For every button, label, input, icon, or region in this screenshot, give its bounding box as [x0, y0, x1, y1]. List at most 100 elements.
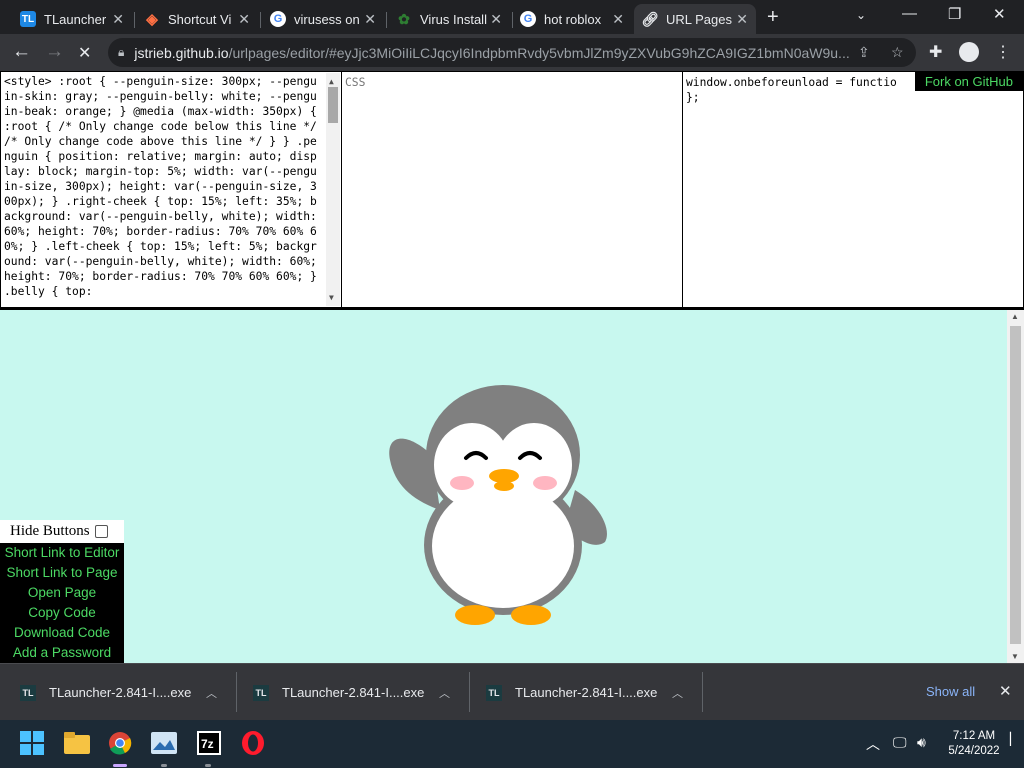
scroll-down-icon[interactable]: ▼	[1011, 652, 1019, 661]
link-icon: 🔗︎	[641, 10, 659, 27]
download-filename: TLauncher-2.841-I....exe	[49, 685, 192, 700]
url-text: jstrieb.github.io/urlpages/editor/#eyJjc…	[134, 44, 850, 61]
download-filename: TLauncher-2.841-I....exe	[282, 685, 425, 700]
profile-avatar[interactable]	[959, 42, 979, 62]
close-icon[interactable]: ✕	[736, 11, 748, 28]
html-editor-scrollbar[interactable]: ▲ ▼	[326, 73, 340, 306]
tab-title: virusess on	[294, 11, 360, 27]
js-editor[interactable]: window.onbeforeunload = functio }; Fork …	[682, 71, 1024, 308]
svg-text:7z: 7z	[201, 737, 214, 751]
tlauncher-icon: TL	[20, 11, 36, 27]
restore-icon[interactable]: ❐	[948, 5, 961, 23]
back-icon[interactable]: ←	[12, 41, 31, 63]
clock-time: 7:12 AM	[952, 730, 996, 742]
html-editor[interactable]: <style> :root { --penguin-size: 300px; -…	[0, 71, 342, 308]
opera-icon[interactable]	[240, 730, 266, 756]
hide-buttons-toggle[interactable]: Hide Buttons	[0, 520, 124, 543]
download-item[interactable]: TL TLauncher-2.841-I....exe ︿	[486, 664, 696, 721]
download-item[interactable]: TL TLauncher-2.841-I....exe ︿	[20, 664, 230, 721]
7zip-icon[interactable]: 7z	[196, 730, 222, 756]
taskbar-clock[interactable]: 7:12 AM 5/24/2022	[944, 729, 1004, 759]
chevron-up-icon[interactable]: ︿	[439, 685, 450, 701]
close-icon[interactable]: ✕	[490, 11, 502, 28]
scroll-up-icon[interactable]: ▲	[1011, 312, 1019, 321]
new-tab-button[interactable]: +	[767, 6, 779, 29]
scroll-down-icon[interactable]: ▼	[329, 290, 334, 305]
tab-url-pages[interactable]: 🔗︎ URL Pages ✕	[634, 4, 756, 34]
tab-title: TLauncher	[44, 11, 107, 27]
minimize-icon[interactable]: —	[902, 5, 917, 22]
fork-on-github-link[interactable]: Fork on GitHub	[914, 72, 1023, 91]
tab-virus-install[interactable]: ✿ Virus Install ✕	[388, 4, 510, 34]
tab-virusess[interactable]: G virusess on ✕	[262, 4, 384, 34]
chevron-up-icon[interactable]: ︿	[672, 685, 683, 701]
short-link-editor-button[interactable]: Short Link to Editor	[0, 543, 124, 563]
tab-title: URL Pages	[666, 11, 732, 27]
preview-scrollbar[interactable]: ▲ ▼	[1007, 310, 1024, 663]
close-window-icon[interactable]: ✕	[993, 5, 1006, 23]
beak-bottom	[494, 481, 514, 491]
download-item[interactable]: TL TLauncher-2.841-I....exe ︿	[253, 664, 463, 721]
photos-icon[interactable]	[151, 730, 177, 756]
download-shelf: TL TLauncher-2.841-I....exe ︿ TL TLaunch…	[0, 663, 1024, 720]
close-icon[interactable]: ✕	[112, 11, 124, 28]
hide-buttons-checkbox[interactable]	[94, 525, 108, 538]
google-icon: G	[270, 11, 286, 27]
tab-title: Virus Install	[420, 11, 487, 27]
right-foot	[511, 605, 551, 625]
share-icon[interactable]: ⇪	[858, 44, 870, 61]
show-all-downloads-link[interactable]: Show all	[926, 684, 975, 699]
extensions-icon[interactable]: ✚	[929, 42, 942, 62]
close-icon[interactable]: ✕	[999, 682, 1012, 700]
html-code-text: <style> :root { --penguin-size: 300px; -…	[4, 75, 317, 298]
close-icon[interactable]: ✕	[238, 11, 250, 28]
close-icon[interactable]: ✕	[364, 11, 376, 28]
download-filename: TLauncher-2.841-I....exe	[515, 685, 658, 700]
page-content: <style> :root { --penguin-size: 300px; -…	[0, 71, 1024, 663]
chrome-icon[interactable]	[107, 730, 133, 756]
side-button-panel: Hide Buttons Short Link to Editor Short …	[0, 520, 124, 663]
tab-search-icon[interactable]: ⌄	[856, 8, 866, 22]
windows-start-icon[interactable]	[19, 730, 45, 756]
menu-icon[interactable]: ⋮	[995, 42, 1011, 62]
network-icon[interactable]: 🖵︎	[893, 734, 907, 751]
copy-code-button[interactable]: Copy Code	[0, 603, 124, 623]
close-icon[interactable]: ✕	[612, 11, 624, 28]
tab-hot-roblox[interactable]: G hot roblox ✕	[512, 4, 632, 34]
tab-tlauncher[interactable]: TL TLauncher ✕	[12, 4, 132, 34]
open-page-button[interactable]: Open Page	[0, 583, 124, 603]
bookmark-star-icon[interactable]: ☆	[891, 44, 904, 61]
file-explorer-icon[interactable]	[64, 730, 90, 756]
right-blush	[533, 476, 557, 490]
stop-loading-icon[interactable]: ✕	[78, 43, 91, 63]
js-code-line: };	[686, 91, 700, 104]
google-icon: G	[520, 11, 536, 27]
css-editor[interactable]: CSS	[341, 71, 683, 308]
notification-icon[interactable]: ▏	[1010, 732, 1019, 746]
tab-title: hot roblox	[544, 11, 602, 27]
beak-top	[489, 469, 519, 483]
tab-shortcut[interactable]: ◈ Shortcut Vi ✕	[136, 4, 258, 34]
volume-icon[interactable]: 🔊︎	[917, 734, 926, 751]
tlauncher-file-icon: TL	[486, 684, 502, 701]
left-foot	[455, 605, 495, 625]
download-code-button[interactable]: Download Code	[0, 623, 124, 643]
forward-icon[interactable]: →	[45, 41, 64, 63]
preview-frame: ▲ ▼	[0, 308, 1024, 663]
tlauncher-file-icon: TL	[20, 684, 36, 701]
penguin-belly	[432, 484, 574, 608]
add-password-button[interactable]: Add a Password	[0, 643, 124, 663]
css-placeholder: CSS	[345, 76, 366, 89]
tab-title: Shortcut Vi	[168, 11, 232, 27]
hide-buttons-label: Hide Buttons	[10, 523, 90, 539]
penguin-illustration	[389, 385, 607, 625]
chevron-up-icon[interactable]: ︿	[206, 685, 217, 701]
browser-toolbar: ← → ✕ 🔒︎ jstrieb.github.io/urlpages/edit…	[0, 34, 1024, 71]
virus-icon: ✿	[398, 10, 410, 27]
lock-icon: 🔒︎	[118, 45, 125, 59]
short-link-page-button[interactable]: Short Link to Page	[0, 563, 124, 583]
chevron-up-icon[interactable]: ︿	[866, 734, 880, 754]
address-bar[interactable]: 🔒︎ jstrieb.github.io/urlpages/editor/#ey…	[108, 38, 916, 67]
tlauncher-file-icon: TL	[253, 684, 269, 701]
windows-taskbar: 7z ︿ 🖵︎ 🔊︎ 7:12 AM 5/24/2022 ▏	[0, 720, 1024, 768]
